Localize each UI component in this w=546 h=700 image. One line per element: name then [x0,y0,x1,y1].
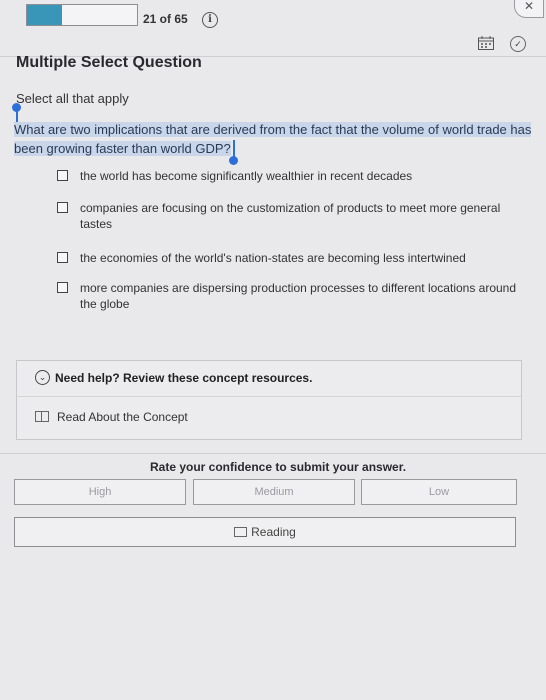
option-3[interactable]: the economies of the world's nation-stat… [57,250,517,266]
option-checkbox[interactable] [57,170,68,181]
help-header[interactable]: ⌄ Need help? Review these concept resour… [17,361,521,397]
divider [0,453,546,454]
option-label: the world has become significantly wealt… [80,169,413,183]
option-2[interactable]: companies are focusing on the customizat… [57,200,517,232]
reading-button[interactable]: Reading [14,517,516,547]
check-circle-icon[interactable]: ✓ [510,36,526,52]
book-icon [234,527,248,537]
option-label: the economies of the world's nation-stat… [80,251,466,265]
book-icon [35,411,49,422]
selection-end-handle[interactable] [229,140,238,165]
close-icon: ✕ [523,0,535,13]
confidence-high-button[interactable]: High [14,479,186,505]
reading-button-label: Reading [251,525,296,539]
chevron-down-icon[interactable]: ⌄ [35,370,50,385]
instruction-text: Select all that apply [16,91,129,106]
option-4[interactable]: more companies are dispersing production… [57,280,517,312]
top-bar: 21 of 65 i ✕ ✓ [0,0,546,52]
option-checkbox[interactable] [57,202,68,213]
question-counter: 21 of 65 [143,12,188,26]
option-checkbox[interactable] [57,252,68,263]
calendar-icon[interactable] [478,36,494,50]
selection-start-handle[interactable] [12,103,21,127]
option-1[interactable]: the world has become significantly wealt… [57,168,517,184]
close-button[interactable]: ✕ [514,0,544,18]
question-prompt-text: What are two implications that are deriv… [14,122,532,156]
progress-fill [27,5,63,25]
info-icon[interactable]: i [202,12,218,28]
option-label: companies are focusing on the customizat… [80,201,501,231]
help-panel: ⌄ Need help? Review these concept resour… [16,360,522,440]
question-prompt: What are two implications that are deriv… [14,120,532,158]
option-label: more companies are dispersing production… [80,281,517,311]
read-about-concept-link[interactable]: Read About the Concept [57,410,188,424]
option-checkbox[interactable] [57,282,68,293]
progress-bar [26,4,138,26]
help-title: Need help? Review these concept resource… [55,371,313,385]
confidence-title: Rate your confidence to submit your answ… [150,460,407,474]
confidence-medium-button[interactable]: Medium [193,479,355,505]
confidence-low-button[interactable]: Low [361,479,517,505]
question-type-title: Multiple Select Question [16,54,202,71]
